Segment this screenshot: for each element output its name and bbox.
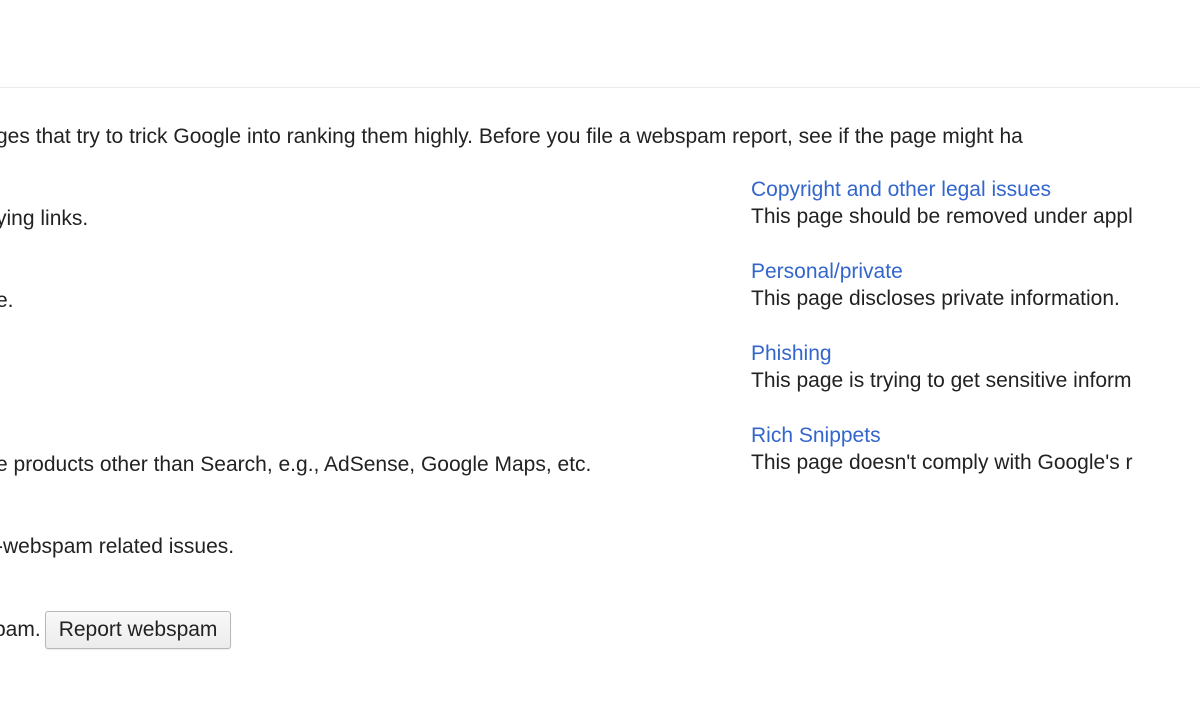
other-products-text: e products other than Search, e.g., AdSe…	[0, 453, 592, 476]
buying-links-text: ying links.	[0, 207, 89, 230]
rich-snippets-description: This page doesn't comply with Google's r	[751, 451, 1133, 474]
personal-private-description: This page discloses private information.	[751, 287, 1120, 310]
page-header-area	[0, 0, 1200, 88]
phishing-description: This page is trying to get sensitive inf…	[751, 369, 1132, 392]
phishing-link[interactable]: Phishing	[751, 341, 1132, 367]
header-divider	[0, 87, 1200, 88]
personal-private-link[interactable]: Personal/private	[751, 259, 1120, 285]
option-personal-private: Personal/private This page discloses pri…	[751, 259, 1120, 313]
report-webspam-button[interactable]: Report webspam	[44, 611, 232, 649]
option-copyright: Copyright and other legal issues This pa…	[751, 177, 1133, 231]
non-webspam-text: -webspam related issues.	[0, 535, 235, 558]
left-line-two-text: e.	[0, 289, 14, 312]
rich-snippets-link[interactable]: Rich Snippets	[751, 423, 1133, 449]
spam-prefix-text: pam.	[0, 618, 41, 641]
option-phishing: Phishing This page is trying to get sens…	[751, 341, 1132, 395]
option-rich-snippets: Rich Snippets This page doesn't comply w…	[751, 423, 1133, 477]
copyright-legal-description: This page should be removed under appl	[751, 205, 1133, 228]
report-row: pam. Report webspam	[0, 610, 232, 650]
copyright-legal-link[interactable]: Copyright and other legal issues	[751, 177, 1133, 203]
intro-text: ges that try to trick Google into rankin…	[0, 125, 1023, 148]
